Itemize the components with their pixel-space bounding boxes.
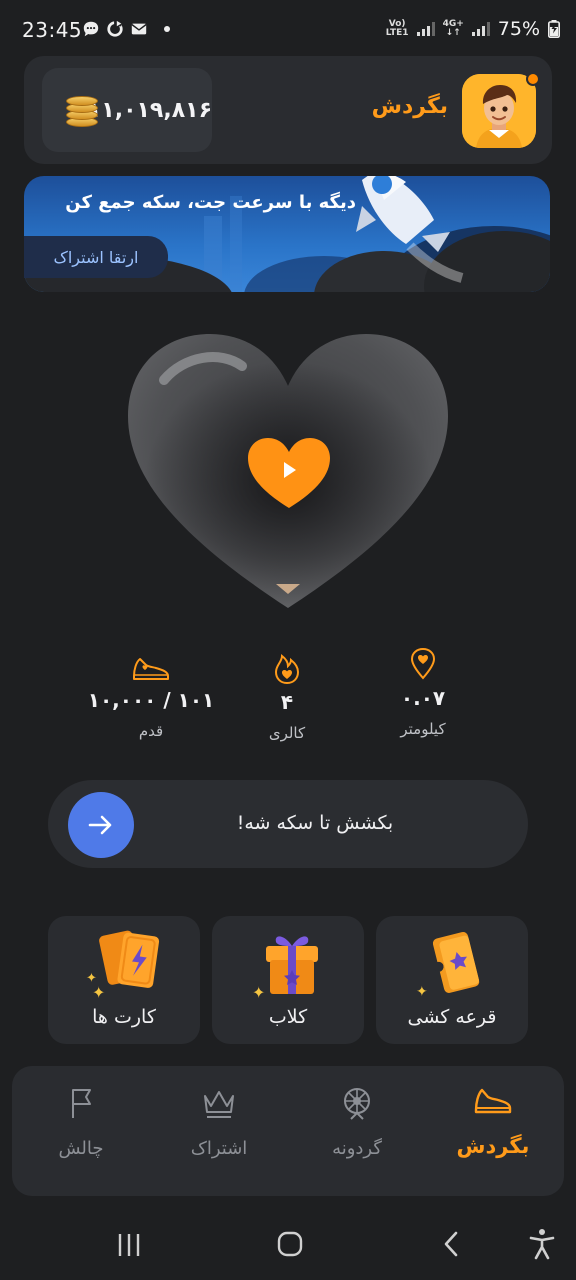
notification-icons — [82, 20, 170, 38]
ticket-icon: ✦ — [416, 932, 480, 1000]
more-notifications-dot — [164, 26, 170, 32]
nav-item-challenge[interactable]: چالش — [26, 1086, 136, 1159]
distance-value: ۰.۰۷ — [400, 686, 446, 710]
gift-box-icon: ✦ — [252, 936, 318, 1002]
sneaker-icon — [133, 658, 169, 680]
battery-charging-icon — [548, 20, 560, 38]
feature-cards-label: کارت ها — [92, 1006, 156, 1028]
battery-percent: 75% — [497, 18, 540, 40]
feature-lottery-label: قرعه کشی — [407, 1006, 497, 1028]
system-nav-bar — [0, 1216, 576, 1280]
status-time: 23:45 — [22, 18, 83, 42]
banner-text: دیگه با سرعت جت، سکه جمع کن — [65, 192, 356, 213]
status-bar: 23:45 Vo) LTE1 4G+ ↓↑ 75% — [0, 0, 576, 62]
distance-label: کیلومتر — [400, 720, 446, 738]
data-arrows-icon: ↓↑ — [445, 28, 461, 38]
flame-heart-icon — [274, 654, 300, 684]
coin-value: ۱۱,۰۱۹,۸۱۶ — [87, 97, 212, 123]
avatar-boy-icon — [462, 74, 536, 148]
nav-item-subscription[interactable]: اشتراک — [164, 1086, 274, 1159]
signal-icon-2 — [471, 22, 490, 36]
play-heart-icon — [248, 438, 330, 508]
sneaker-icon — [474, 1088, 512, 1114]
location-heart-icon — [410, 648, 436, 680]
upgrade-subscription-button[interactable]: ارتقا اشتراک — [24, 236, 168, 278]
coin-balance[interactable]: ۱۱,۰۱۹,۸۱۶ — [42, 68, 212, 152]
calories-value: ۴ — [280, 690, 294, 714]
arrow-right-icon — [88, 815, 112, 835]
nav-item-wheel[interactable]: گردونه — [302, 1086, 412, 1159]
coin-stack-icon — [66, 93, 98, 127]
stat-distance: ۰.۰۷ کیلومتر — [348, 648, 498, 738]
swipe-knob[interactable] — [68, 792, 134, 858]
sync-icon — [107, 20, 123, 37]
wheel-icon — [344, 1088, 370, 1120]
crown-icon — [204, 1091, 234, 1118]
back-icon[interactable] — [440, 1230, 462, 1258]
play-button[interactable] — [246, 436, 332, 510]
home-icon[interactable] — [276, 1230, 304, 1258]
feature-club-label: کلاب — [268, 1006, 308, 1028]
svg-text:✦: ✦ — [252, 983, 265, 1002]
chat-bubble-icon — [83, 21, 99, 37]
nav-label-wheel: گردونه — [332, 1138, 382, 1159]
stat-calories: ۴ کالری — [212, 654, 362, 742]
steps-value: ۱۰۱ / ۱۰,۰۰۰ — [87, 688, 215, 712]
calories-label: کالری — [268, 724, 306, 742]
recents-icon[interactable] — [116, 1232, 142, 1258]
nav-label-challenge: چالش — [58, 1138, 104, 1159]
brand-title: بگردش — [371, 94, 448, 119]
steps-label: قدم — [138, 722, 164, 740]
avatar[interactable] — [462, 74, 536, 148]
notification-dot — [526, 72, 540, 86]
lte-label: LTE1 — [385, 28, 409, 38]
flag-icon — [72, 1089, 91, 1118]
signal-icon-1 — [416, 22, 435, 36]
mail-icon — [131, 23, 147, 35]
nav-item-bgardesh[interactable]: بگردش — [438, 1086, 548, 1158]
svg-text:✦: ✦ — [416, 984, 428, 1000]
svg-text:✦: ✦ — [92, 983, 105, 1002]
network-4g-indicator: 4G+ ↓↑ — [443, 20, 464, 38]
nav-label-subscription: اشتراک — [190, 1138, 248, 1159]
swipe-text: بکشش تا سکه شه! — [236, 812, 394, 834]
accessibility-icon[interactable] — [528, 1228, 556, 1260]
volte-indicator: Vo) LTE1 — [386, 20, 409, 38]
nav-label-bgardesh: بگردش — [456, 1134, 530, 1158]
status-right: Vo) LTE1 4G+ ↓↑ 75% — [386, 18, 560, 40]
cards-icon: ✦ ✦ — [86, 930, 160, 1002]
stat-steps: ۱۰۱ / ۱۰,۰۰۰ قدم — [76, 656, 226, 740]
